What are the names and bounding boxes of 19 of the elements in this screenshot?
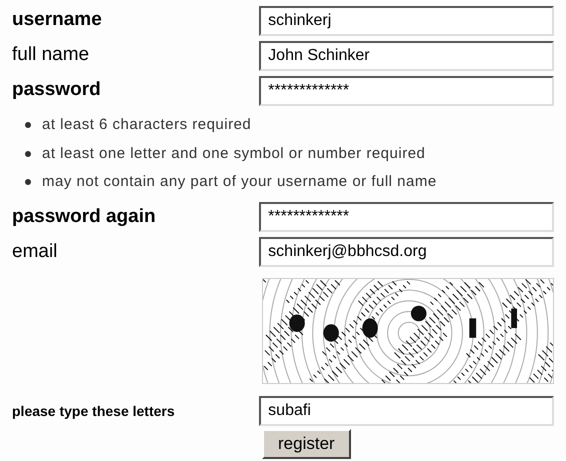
field-label: email (12, 240, 58, 264)
bullet-icon (25, 122, 31, 128)
input-field[interactable]: ************* (259, 76, 554, 106)
field-label: full name (12, 43, 90, 68)
bullet-icon (25, 150, 31, 157)
input-field[interactable]: John Schinker (259, 40, 554, 70)
input-field[interactable]: schinkerj@bbhcsd.org (259, 237, 554, 267)
field-label: password (12, 78, 102, 102)
rule-text: at least 6 characters required (42, 115, 252, 135)
field-label: username (12, 8, 103, 32)
input-field[interactable]: ************* (259, 202, 554, 232)
rule-text: at least one letter and one symbol or number required (42, 144, 426, 164)
field-label: password again (12, 204, 157, 229)
rule-text: may not contain any part of your username or full name (42, 172, 437, 192)
bullet-icon (25, 179, 31, 186)
register-button[interactable]: register (262, 428, 351, 458)
input-field[interactable]: schinkerj (259, 6, 554, 36)
captcha-label: please type these letters (12, 402, 176, 421)
captcha-input-field[interactable]: subafi (259, 396, 554, 426)
